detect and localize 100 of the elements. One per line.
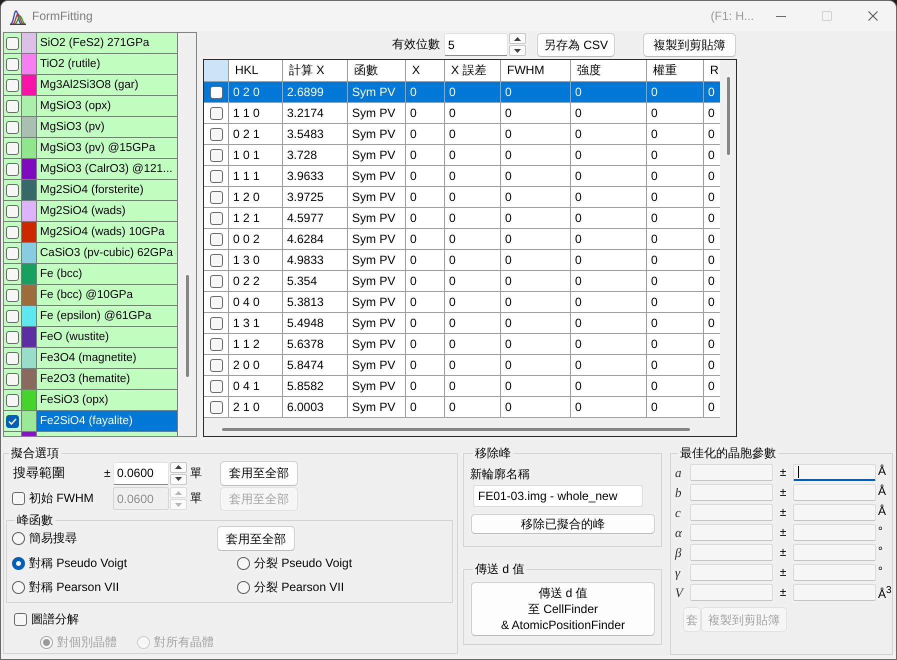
column-header[interactable]: 強度 bbox=[571, 60, 647, 82]
column-header[interactable]: FWHM bbox=[501, 60, 571, 82]
phase-name[interactable]: Mg2SiO4 (wads) bbox=[37, 201, 177, 221]
column-header[interactable]: X bbox=[406, 60, 445, 82]
row-checkbox[interactable] bbox=[210, 358, 222, 372]
row-checkbox[interactable] bbox=[210, 274, 222, 288]
table-row[interactable]: 1 1 0 3.2174 Sym PV 0 0 0 0 0 0 bbox=[204, 103, 720, 124]
scrollbar-thumb[interactable] bbox=[222, 428, 690, 431]
table-row[interactable]: 0 2 1 3.5483 Sym PV 0 0 0 0 0 0 bbox=[204, 124, 720, 145]
checkbox[interactable] bbox=[6, 288, 19, 302]
phase-name[interactable]: Mg2SiO4 (wads) 10GPa bbox=[37, 222, 177, 242]
phase-name[interactable]: FeO (wustite) bbox=[37, 327, 177, 347]
radio-button[interactable] bbox=[12, 532, 25, 545]
row-checkbox[interactable] bbox=[210, 316, 222, 330]
row-checkbox[interactable] bbox=[210, 170, 222, 182]
row-checkbox[interactable] bbox=[210, 254, 222, 266]
checkbox[interactable] bbox=[6, 162, 19, 176]
spin-up-button[interactable] bbox=[170, 462, 187, 472]
checkbox[interactable] bbox=[14, 612, 27, 626]
phase-name[interactable]: TiO2 (rutile) bbox=[37, 54, 177, 74]
param-value-field[interactable] bbox=[690, 564, 773, 581]
phase-name[interactable]: Fe (bcc) @10GPa bbox=[37, 285, 177, 305]
param-error-field[interactable] bbox=[793, 484, 876, 501]
copy-clipboard-button[interactable]: 複製到剪貼簿 bbox=[643, 32, 736, 56]
table-row[interactable]: 0 4 1 5.8582 Sym PV 0 0 0 0 0 0 bbox=[204, 376, 720, 397]
param-error-field[interactable] bbox=[793, 564, 876, 581]
row-checkbox[interactable] bbox=[210, 128, 222, 140]
phase-name[interactable]: Fe2O3 (hematite) bbox=[37, 369, 177, 389]
phase-name[interactable]: Fe3O4 (magnetite) bbox=[37, 348, 177, 368]
table-row[interactable]: 1 3 1 5.4948 Sym PV 0 0 0 0 0 0 bbox=[204, 313, 720, 334]
radio-label[interactable]: 對稱 Pseudo Voigt bbox=[29, 554, 128, 572]
save-csv-button[interactable]: 另存為 CSV bbox=[537, 32, 615, 56]
row-checkbox[interactable] bbox=[210, 190, 222, 204]
radio-label[interactable]: 簡易搜尋 bbox=[29, 530, 77, 547]
phase-name[interactable]: SiO2 (FeS2) 271GPa bbox=[37, 33, 177, 53]
checkbox[interactable] bbox=[6, 36, 19, 50]
row-checkbox[interactable] bbox=[210, 86, 222, 98]
checkbox[interactable] bbox=[6, 310, 19, 322]
column-header[interactable]: X 誤差 bbox=[445, 60, 501, 82]
table-row[interactable]: 1 2 1 4.5977 Sym PV 0 0 0 0 0 0 bbox=[204, 208, 720, 229]
param-value-field[interactable] bbox=[690, 584, 773, 601]
phase-row[interactable]: MgSiO3 (CalrO3) @121... bbox=[4, 159, 178, 180]
param-value-field[interactable] bbox=[690, 464, 773, 481]
phase-name[interactable]: Fe (epsilon) @61GPa bbox=[37, 306, 177, 326]
scrollbar-thumb[interactable] bbox=[186, 275, 188, 377]
row-checkbox[interactable] bbox=[210, 212, 222, 224]
radio-label[interactable]: 對稱 Pearson VII bbox=[29, 578, 120, 596]
row-checkbox[interactable] bbox=[210, 338, 222, 350]
phase-row[interactable]: SiO2 (FeS2) 271GPa bbox=[4, 33, 178, 54]
phase-row[interactable]: MgSiO3 (pv) bbox=[4, 117, 178, 138]
table-row[interactable]: 1 0 1 3.728 Sym PV 0 0 0 0 0 0 bbox=[204, 145, 720, 166]
profile-name-input[interactable]: FE01-03.img - whole_new bbox=[473, 485, 643, 507]
table-row[interactable]: 1 1 2 5.6378 Sym PV 0 0 0 0 0 0 bbox=[204, 334, 720, 355]
phase-row[interactable]: Fe (epsilon) @61GPa bbox=[4, 306, 178, 327]
radio-label[interactable]: 分裂 Pearson VII bbox=[254, 578, 344, 596]
phase-row[interactable]: FeSiO3 (opx) bbox=[4, 390, 178, 411]
table-row[interactable]: 0 2 0 2.6899 Sym PV 0 0 0 0 0 0 bbox=[204, 82, 720, 103]
send-d-values-button[interactable]: 傳送 d 值 至 CellFinder & AtomicPositionFinder bbox=[471, 582, 655, 636]
param-value-field[interactable] bbox=[690, 504, 773, 521]
table-row[interactable]: 0 4 0 5.3813 Sym PV 0 0 0 0 0 0 bbox=[204, 292, 720, 313]
phase-row[interactable]: Mg2SiO4 (wads) 10GPa bbox=[4, 222, 178, 243]
radio-button[interactable] bbox=[237, 556, 250, 570]
radio-button[interactable] bbox=[237, 580, 250, 594]
checkbox-label[interactable]: 圖譜分解 bbox=[31, 610, 79, 628]
table-row[interactable]: 2 1 0 6.0003 Sym PV 0 0 0 0 0 0 bbox=[204, 397, 720, 418]
table-row[interactable]: 2 0 0 5.8474 Sym PV 0 0 0 0 0 0 bbox=[204, 355, 720, 376]
phase-row[interactable]: Fe3O4 (magnetite) bbox=[4, 348, 178, 369]
phase-name[interactable]: MgSiO3 (pv) @15GPa bbox=[37, 138, 177, 158]
checkbox[interactable] bbox=[6, 394, 19, 406]
checkbox[interactable] bbox=[6, 352, 19, 364]
table-row[interactable]: 0 2 2 5.354 Sym PV 0 0 0 0 0 0 bbox=[204, 271, 720, 292]
phase-name[interactable]: Mg3Al2Si3O8 (gar) bbox=[37, 75, 177, 95]
checkbox[interactable] bbox=[6, 246, 19, 260]
param-value-field[interactable] bbox=[690, 484, 773, 501]
param-error-field[interactable] bbox=[793, 584, 876, 601]
column-header[interactable]: 函數 bbox=[348, 60, 406, 82]
spin-up-button[interactable] bbox=[509, 33, 526, 44]
table-row[interactable]: 1 2 0 3.9725 Sym PV 0 0 0 0 0 0 bbox=[204, 187, 720, 208]
column-header[interactable]: 計算 X bbox=[283, 60, 348, 82]
table-row[interactable]: 0 0 2 4.6284 Sym PV 0 0 0 0 0 0 bbox=[204, 229, 720, 250]
phase-row[interactable]: MgSiO3 (pv) @15GPa bbox=[4, 138, 178, 159]
phase-name[interactable]: CaSiO3 (pv-cubic) 62GPa bbox=[37, 243, 177, 263]
search-range-input[interactable]: 0.0600 bbox=[113, 462, 169, 484]
param-value-field[interactable] bbox=[690, 524, 773, 541]
phase-name[interactable]: MgSiO3 (pv) bbox=[37, 117, 177, 137]
phase-row[interactable]: FeO (wustite) bbox=[4, 327, 178, 348]
checkbox[interactable] bbox=[6, 204, 19, 218]
phase-row[interactable]: Fe2O3 (hematite) bbox=[4, 369, 178, 390]
phase-row[interactable]: MgSiO3 (opx) bbox=[4, 96, 178, 117]
phase-name[interactable]: Mg2SiO4 (forsterite) bbox=[37, 180, 177, 200]
checkbox[interactable] bbox=[6, 414, 19, 428]
apply-all-button[interactable]: 套用至全部 bbox=[217, 526, 295, 551]
row-checkbox[interactable] bbox=[210, 380, 222, 392]
param-error-field[interactable] bbox=[793, 464, 876, 481]
phase-name[interactable]: MgSiO3 (CalrO3) @121... bbox=[37, 159, 177, 179]
remove-fitted-peaks-button[interactable]: 移除已擬合的峰 bbox=[471, 514, 655, 534]
table-row[interactable]: 1 3 0 4.9833 Sym PV 0 0 0 0 0 0 bbox=[204, 250, 720, 271]
row-checkbox[interactable] bbox=[210, 400, 222, 414]
checkbox[interactable] bbox=[6, 184, 19, 196]
param-error-field[interactable] bbox=[793, 544, 876, 561]
